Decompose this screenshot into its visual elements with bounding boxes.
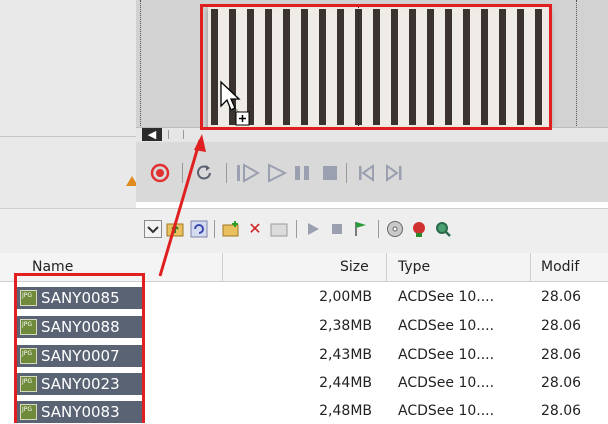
- drag-copy-cursor-icon: [220, 80, 250, 126]
- column-header-modified[interactable]: Modif: [541, 259, 579, 275]
- file-size: 2,48MB: [319, 403, 372, 419]
- pause-icon[interactable]: [292, 163, 312, 183]
- file-type: ACDSee 10....: [398, 375, 495, 391]
- stop-icon[interactable]: [328, 220, 346, 238]
- file-modified: 28.06: [541, 347, 582, 363]
- file-modified: 28.06: [541, 403, 582, 419]
- file-type: ACDSee 10....: [398, 347, 495, 363]
- annotation-box-files: [14, 273, 145, 423]
- loop-icon[interactable]: [194, 163, 214, 183]
- file-size: 2,43MB: [319, 347, 372, 363]
- timeline-marker: [576, 0, 577, 128]
- refresh-icon[interactable]: [190, 220, 208, 238]
- file-type: ACDSee 10....: [398, 403, 495, 419]
- new-folder-icon[interactable]: [222, 220, 240, 238]
- scrollbar-thumb[interactable]: [168, 130, 184, 139]
- toolbar-separator: [214, 220, 215, 238]
- folder-up-icon[interactable]: [166, 220, 184, 238]
- toolbar-separator: [346, 163, 347, 183]
- stop-icon[interactable]: [320, 163, 340, 183]
- file-size: 2,44MB: [319, 375, 372, 391]
- file-modified: 28.06: [541, 318, 582, 334]
- folder-icon[interactable]: [270, 220, 288, 238]
- column-header-size[interactable]: Size: [340, 259, 369, 275]
- file-size: 2,38MB: [319, 318, 372, 334]
- file-type: ACDSee 10....: [398, 318, 495, 334]
- play-selection-icon[interactable]: [236, 163, 264, 183]
- record-icon[interactable]: [150, 163, 170, 183]
- toolbar-separator: [378, 220, 379, 238]
- column-divider: [222, 253, 223, 281]
- search-icon[interactable]: [434, 220, 452, 238]
- scroll-left-icon[interactable]: ◀: [142, 128, 162, 141]
- skip-start-icon[interactable]: [356, 163, 376, 183]
- play-icon[interactable]: [266, 163, 288, 183]
- file-type: ACDSee 10....: [398, 289, 495, 305]
- delete-icon[interactable]: ✕: [246, 220, 264, 238]
- left-panel: [0, 0, 136, 208]
- flag-icon[interactable]: [352, 220, 370, 238]
- burn-icon[interactable]: [410, 220, 428, 238]
- skip-end-icon[interactable]: [384, 163, 404, 183]
- toolbar-separator: [182, 163, 183, 183]
- left-panel-divider: [0, 136, 136, 137]
- column-header-type[interactable]: Type: [398, 259, 430, 275]
- play-icon[interactable]: [304, 220, 322, 238]
- column-divider: [530, 253, 531, 281]
- column-divider: [386, 253, 387, 281]
- file-modified: 28.06: [541, 375, 582, 391]
- timeline-marker: [140, 0, 141, 128]
- file-modified: 28.06: [541, 289, 582, 305]
- toolbar-separator: [226, 163, 227, 183]
- disc-icon[interactable]: [386, 220, 404, 238]
- dropdown-icon[interactable]: [144, 220, 162, 238]
- toolbar-separator: [296, 220, 297, 238]
- file-size: 2,00MB: [319, 289, 372, 305]
